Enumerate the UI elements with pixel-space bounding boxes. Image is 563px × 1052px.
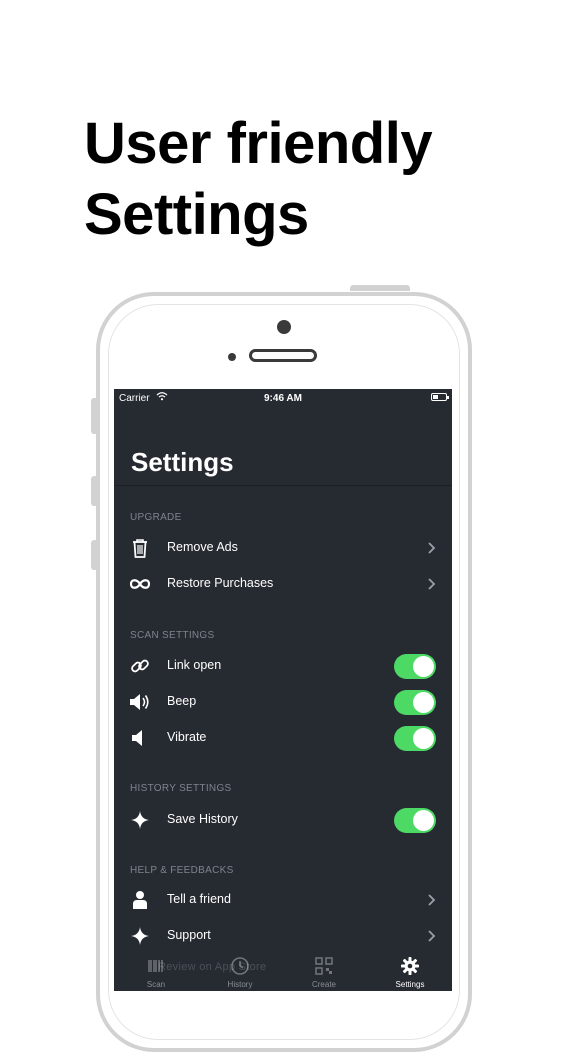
headline-line-1: User friendly xyxy=(84,111,433,176)
tab-scan[interactable]: Scan xyxy=(114,953,198,991)
qr-code-icon xyxy=(315,957,333,975)
restore-purchases-label: Restore Purchases xyxy=(167,576,274,590)
app-screen: Carrier 9:46 AM Settings UPGRADE Remove … xyxy=(114,389,452,991)
nav-divider xyxy=(114,485,452,486)
section-header-upgrade: UPGRADE xyxy=(130,512,182,523)
save-history-label: Save History xyxy=(167,812,238,826)
tab-history-label: History xyxy=(227,980,253,989)
barcode-icon xyxy=(148,960,163,972)
vibrate-label: Vibrate xyxy=(167,730,207,744)
row-remove-ads[interactable]: Remove Ads xyxy=(114,530,452,566)
headline: User friendly Settings xyxy=(84,108,433,250)
tab-scan-label: Scan xyxy=(146,980,166,989)
sparkle-icon xyxy=(129,810,151,830)
clock-icon xyxy=(231,957,249,975)
tab-settings-label: Settings xyxy=(395,980,425,989)
remove-ads-label: Remove Ads xyxy=(167,540,238,554)
section-header-history-settings: HISTORY SETTINGS xyxy=(130,783,232,794)
link-icon xyxy=(129,656,151,676)
earpiece-speaker xyxy=(249,349,317,362)
vibrate-speaker-icon xyxy=(129,728,151,748)
row-tell-a-friend[interactable]: Tell a friend xyxy=(114,882,452,918)
chevron-right-icon xyxy=(428,894,436,906)
tab-settings[interactable]: Settings xyxy=(368,953,452,991)
save-history-toggle[interactable] xyxy=(394,808,436,833)
chevron-right-icon xyxy=(428,542,436,554)
support-label: Support xyxy=(167,928,211,942)
tab-create-label: Create xyxy=(311,980,336,989)
power-button xyxy=(350,285,410,291)
row-vibrate: Vibrate xyxy=(114,720,452,756)
row-link-open: Link open xyxy=(114,648,452,684)
row-support[interactable]: Support xyxy=(114,918,452,954)
row-beep: Beep xyxy=(114,684,452,720)
battery-icon xyxy=(431,393,449,401)
person-icon xyxy=(129,890,151,910)
tab-history[interactable]: History xyxy=(198,953,282,991)
proximity-sensor xyxy=(228,353,236,361)
status-time: 9:46 AM xyxy=(264,393,302,404)
tell-a-friend-label: Tell a friend xyxy=(167,892,231,906)
section-header-scan-settings: SCAN SETTINGS xyxy=(130,630,215,641)
beep-label: Beep xyxy=(167,694,197,708)
status-bar: Carrier 9:46 AM xyxy=(114,389,452,407)
section-header-help-feedbacks: HELP & FEEDBACKS xyxy=(130,865,234,876)
link-open-label: Link open xyxy=(167,658,222,672)
sparkle-icon xyxy=(129,926,151,946)
chevron-right-icon xyxy=(428,930,436,942)
page-title: Settings xyxy=(131,447,234,477)
speaker-icon xyxy=(129,692,151,712)
beep-toggle[interactable] xyxy=(394,690,436,715)
link-open-toggle[interactable] xyxy=(394,654,436,679)
gear-icon xyxy=(401,957,419,975)
row-restore-purchases[interactable]: Restore Purchases xyxy=(114,566,452,602)
tab-create[interactable]: Create xyxy=(282,953,366,991)
tab-bar: Review on App Store Scan History Create xyxy=(114,953,452,991)
chevron-right-icon xyxy=(428,578,436,590)
front-camera xyxy=(277,320,291,334)
trash-icon xyxy=(129,538,151,558)
vibrate-toggle[interactable] xyxy=(394,726,436,751)
row-save-history: Save History xyxy=(114,802,452,838)
headline-line-2: Settings xyxy=(84,182,309,247)
infinity-icon xyxy=(129,574,151,594)
